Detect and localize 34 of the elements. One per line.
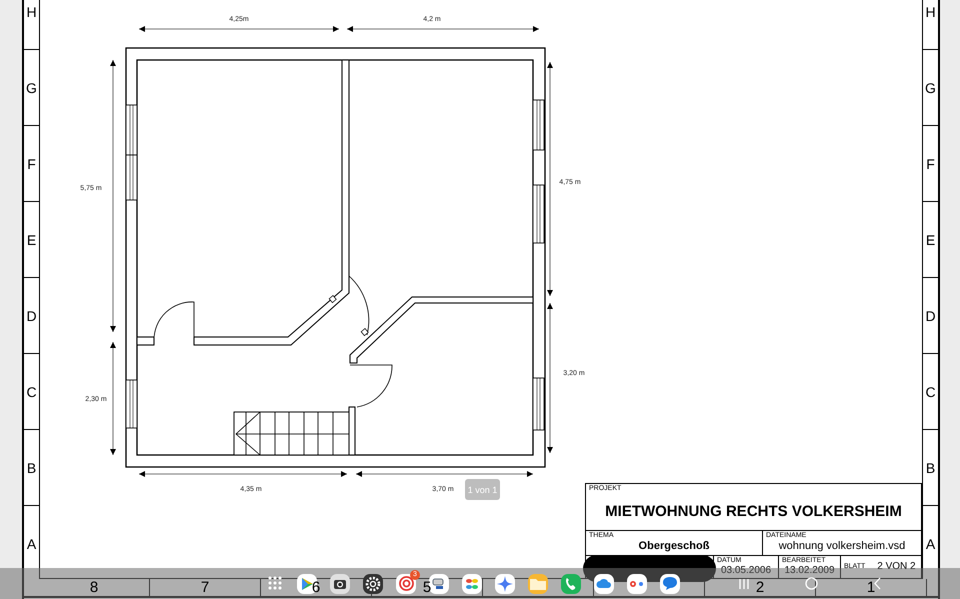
row-label: E xyxy=(24,202,39,278)
row-label: B xyxy=(24,430,39,506)
project-title: MIETWOHNUNG RECHTS VOLKERSHEIM xyxy=(605,503,902,520)
row-label: H xyxy=(24,0,39,50)
back-icon[interactable] xyxy=(873,577,882,590)
home-icon[interactable] xyxy=(805,577,818,590)
column-label: 6 xyxy=(312,579,320,596)
row-label: D xyxy=(24,278,39,354)
row-label: G xyxy=(24,50,39,126)
row-label: D xyxy=(923,278,938,354)
row-label: E xyxy=(923,202,938,278)
column-label: 7 xyxy=(200,579,210,596)
column-label: 5 xyxy=(422,579,432,596)
row-label: F xyxy=(923,126,938,202)
apps-grid-icon[interactable] xyxy=(268,576,284,592)
edited-date-value: 13.02.2009 xyxy=(784,565,835,577)
column-label: 2 xyxy=(756,579,764,596)
column-label: 1 xyxy=(866,579,876,596)
security-camera-icon[interactable] xyxy=(429,574,449,594)
row-label: B xyxy=(923,430,938,506)
row-label: F xyxy=(24,126,39,202)
row-label: C xyxy=(24,354,39,430)
row-label: G xyxy=(923,50,938,126)
row-label: A xyxy=(923,506,938,579)
date-value: 03.05.2006 xyxy=(720,565,772,577)
theme-value: Obergeschoß xyxy=(638,540,710,553)
page-indicator: 1 von 1 xyxy=(465,479,500,500)
column-label: 8 xyxy=(90,579,98,596)
recent-apps-icon[interactable] xyxy=(738,578,750,590)
row-label: C xyxy=(923,354,938,430)
filename-value: wohnung volkersheim.vsd xyxy=(778,540,906,553)
row-label: A xyxy=(24,506,39,579)
sheet-number: 2 VON 2 xyxy=(877,561,916,573)
row-label: H xyxy=(923,0,938,50)
